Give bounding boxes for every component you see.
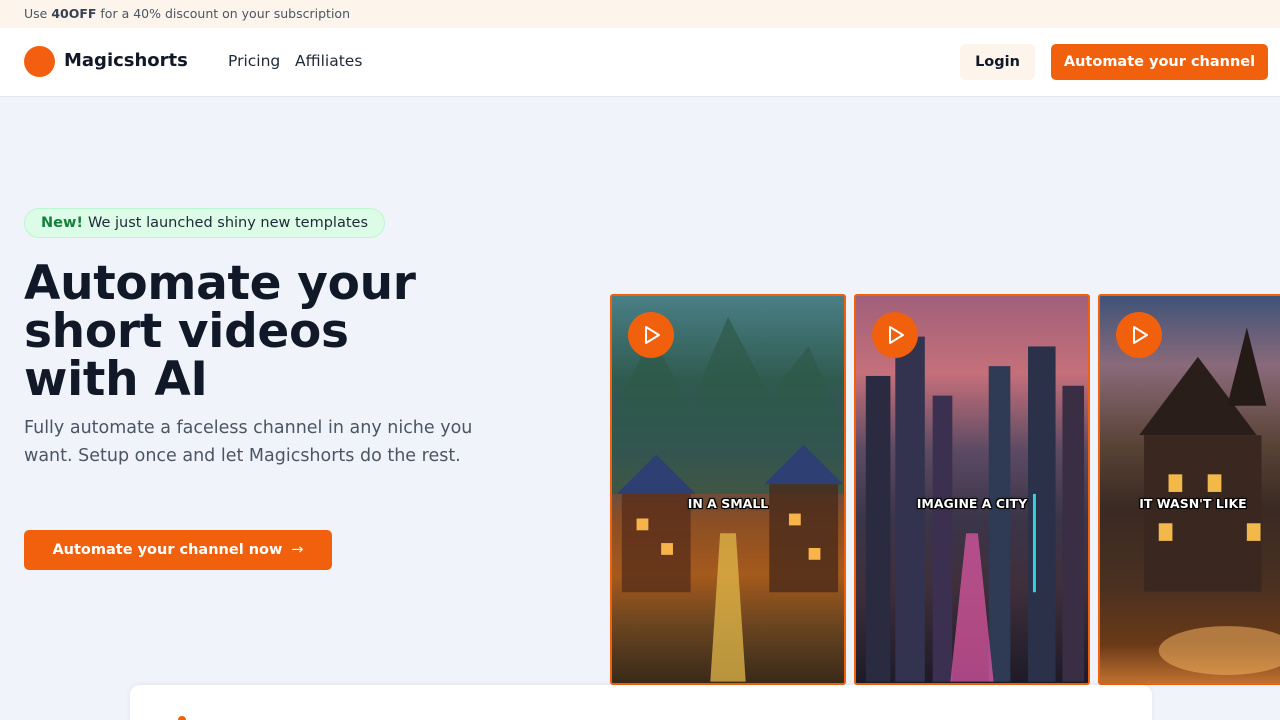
login-button[interactable]: Login	[960, 44, 1035, 80]
automate-channel-button[interactable]: Automate your channel	[1051, 44, 1268, 80]
play-icon[interactable]	[628, 312, 674, 358]
video-caption: IMAGINE A CITY	[916, 496, 1028, 511]
nav-link-affiliates[interactable]: Affiliates	[295, 52, 362, 70]
logo-icon[interactable]	[24, 46, 55, 77]
nav-link-pricing[interactable]: Pricing	[228, 52, 280, 70]
video-caption: IT WASN'T LIKE	[1139, 496, 1247, 511]
promo-suffix: for a 40% discount on your subscription	[96, 6, 350, 21]
video-card[interactable]: IN A SMALL	[610, 294, 846, 685]
hero-title-line-3: with AI	[24, 352, 208, 407]
automate-channel-now-button[interactable]: Automate your channel now →	[24, 530, 332, 570]
video-caption: IN A SMALL	[687, 496, 769, 511]
hero-subtitle: Fully automate a faceless channel in any…	[24, 418, 473, 466]
badge-new-label: New!	[41, 215, 83, 231]
video-card[interactable]: IMAGINE A CITY	[854, 294, 1090, 685]
hero-title-line-2: short videos	[24, 304, 349, 359]
promo-prefix: Use	[24, 6, 52, 21]
hero-title-line-1: Automate your	[24, 256, 416, 311]
bullet-icon	[178, 716, 186, 720]
announcement-badge[interactable]: New! We just launched shiny new template…	[24, 208, 386, 238]
play-icon[interactable]	[1116, 312, 1162, 358]
promo-code: 40OFF	[51, 6, 97, 21]
badge-text: We just launched shiny new templates	[87, 215, 369, 231]
hero-title: Automate your short videos with AI	[24, 260, 524, 404]
cta-hero-label: Automate your channel now	[52, 542, 283, 558]
top-navbar: Magicshorts Pricing Affiliates Login Aut…	[0, 28, 1280, 97]
play-icon[interactable]	[872, 312, 918, 358]
feature-panel	[130, 685, 1152, 720]
promo-banner: Use 40OFF for a 40% discount on your sub…	[0, 0, 1280, 28]
brand-name[interactable]: Magicshorts	[64, 50, 188, 71]
arrow-right-icon: →	[291, 542, 304, 558]
video-card[interactable]: IT WASN'T LIKE	[1098, 294, 1280, 685]
